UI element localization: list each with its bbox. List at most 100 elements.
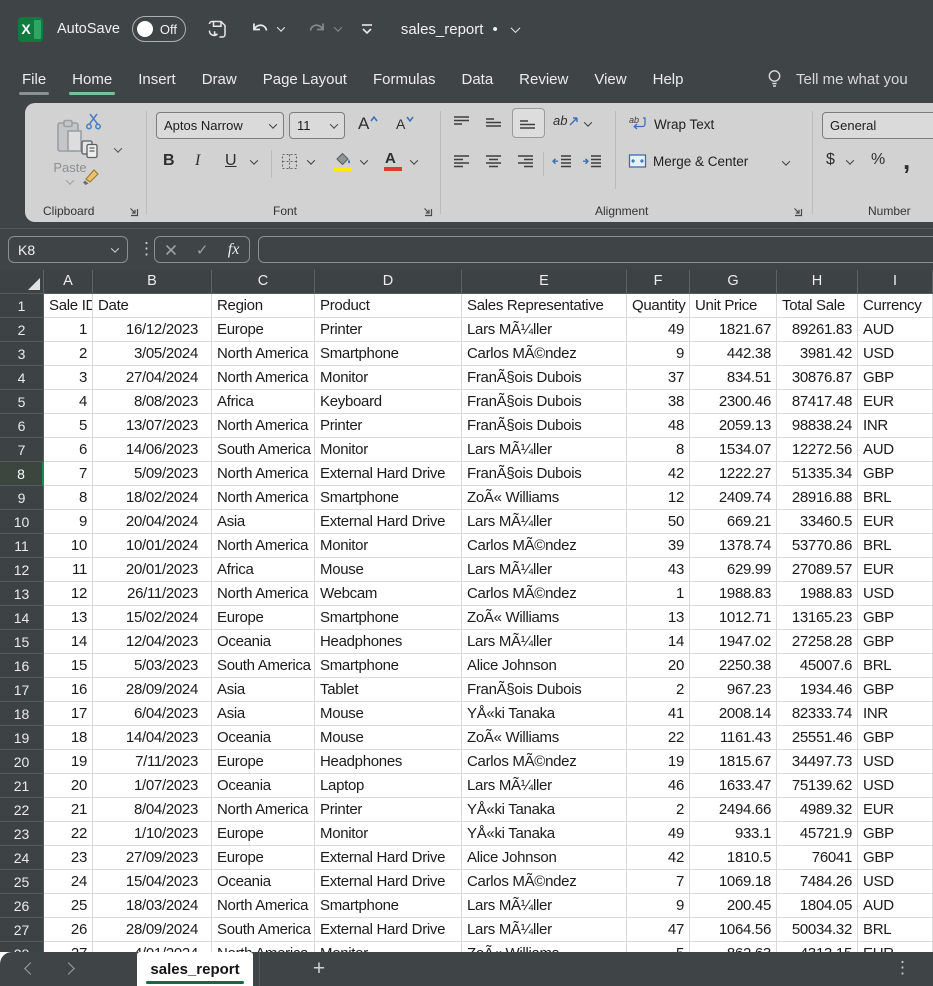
cell-C21[interactable]: Oceania (212, 774, 315, 798)
row-header-28[interactable]: 28 (0, 942, 44, 952)
cell-H27[interactable]: 50034.32 (777, 918, 858, 942)
cell-E2[interactable]: Lars MÃ¼ller (462, 318, 627, 342)
shrink-font-button[interactable]: A (396, 116, 414, 132)
number-format-select[interactable]: General (822, 112, 933, 139)
insert-function-icon[interactable]: fx (228, 241, 240, 259)
cell-H6[interactable]: 98838.24 (777, 414, 858, 438)
cell-B19[interactable]: 14/04/2023 (93, 726, 212, 750)
cell-A21[interactable]: 20 (44, 774, 93, 798)
font-color-button[interactable]: A (385, 150, 396, 167)
row-header-10[interactable]: 10 (0, 510, 44, 534)
cell-I1[interactable]: Currency (858, 294, 933, 318)
accounting-dropdown-chevron[interactable] (846, 156, 854, 164)
cell-C4[interactable]: North America (212, 366, 315, 390)
cell-D18[interactable]: Mouse (315, 702, 462, 726)
tab-formulas[interactable]: Formulas (360, 58, 449, 100)
row-header-7[interactable]: 7 (0, 438, 44, 462)
cell-B3[interactable]: 3/05/2024 (93, 342, 212, 366)
cell-F27[interactable]: 47 (627, 918, 690, 942)
format-painter-button[interactable] (80, 167, 102, 187)
cell-A7[interactable]: 6 (44, 438, 93, 462)
grow-font-button[interactable]: A (358, 114, 378, 134)
cell-E24[interactable]: Alice Johnson (462, 846, 627, 870)
cell-G18[interactable]: 2008.14 (690, 702, 777, 726)
tab-help[interactable]: Help (640, 58, 697, 100)
row-header-22[interactable]: 22 (0, 798, 44, 822)
cell-D16[interactable]: Smartphone (315, 654, 462, 678)
cell-I24[interactable]: GBP (858, 846, 933, 870)
cell-A4[interactable]: 3 (44, 366, 93, 390)
cell-H8[interactable]: 51335.34 (777, 462, 858, 486)
underline-button[interactable]: U (225, 152, 237, 170)
select-all-corner[interactable] (0, 270, 44, 294)
cell-G14[interactable]: 1012.71 (690, 606, 777, 630)
cell-D28[interactable]: Monitor (315, 942, 462, 952)
row-header-12[interactable]: 12 (0, 558, 44, 582)
cell-G26[interactable]: 200.45 (690, 894, 777, 918)
cell-F18[interactable]: 41 (627, 702, 690, 726)
cell-F8[interactable]: 42 (627, 462, 690, 486)
formula-input[interactable] (258, 236, 933, 263)
cell-D25[interactable]: External Hard Drive (315, 870, 462, 894)
cell-E3[interactable]: Carlos MÃ©ndez (462, 342, 627, 366)
row-header-21[interactable]: 21 (0, 774, 44, 798)
cell-E23[interactable]: YÅ«ki Tanaka (462, 822, 627, 846)
cell-C8[interactable]: North America (212, 462, 315, 486)
cell-C17[interactable]: Asia (212, 678, 315, 702)
cell-I4[interactable]: GBP (858, 366, 933, 390)
cell-G19[interactable]: 1161.43 (690, 726, 777, 750)
copy-button[interactable] (80, 139, 100, 159)
row-header-26[interactable]: 26 (0, 894, 44, 918)
document-title[interactable]: sales_report (401, 21, 484, 38)
cell-I22[interactable]: EUR (858, 798, 933, 822)
cell-D23[interactable]: Monitor (315, 822, 462, 846)
cell-B28[interactable]: 4/01/2024 (93, 942, 212, 952)
cell-E12[interactable]: Lars MÃ¼ller (462, 558, 627, 582)
column-header-F[interactable]: F (627, 270, 690, 294)
cell-H18[interactable]: 82333.74 (777, 702, 858, 726)
cell-H2[interactable]: 89261.83 (777, 318, 858, 342)
cell-B7[interactable]: 14/06/2023 (93, 438, 212, 462)
row-header-18[interactable]: 18 (0, 702, 44, 726)
cell-H17[interactable]: 1934.46 (777, 678, 858, 702)
borders-dropdown-chevron[interactable] (307, 156, 315, 164)
increase-indent-button[interactable] (582, 154, 602, 169)
cell-D3[interactable]: Smartphone (315, 342, 462, 366)
cell-F1[interactable]: Quantity (627, 294, 690, 318)
autosave-toggle[interactable]: Off (132, 16, 186, 42)
cell-B4[interactable]: 27/04/2024 (93, 366, 212, 390)
add-sheet-button[interactable]: + (305, 954, 333, 984)
cell-E17[interactable]: FranÃ§ois Dubois (462, 678, 627, 702)
column-header-A[interactable]: A (44, 270, 93, 294)
font-size-select[interactable]: 11 (289, 112, 345, 139)
cell-E19[interactable]: ZoÃ« Williams (462, 726, 627, 750)
cell-E15[interactable]: Lars MÃ¼ller (462, 630, 627, 654)
cell-D8[interactable]: External Hard Drive (315, 462, 462, 486)
cell-F20[interactable]: 19 (627, 750, 690, 774)
row-header-3[interactable]: 3 (0, 342, 44, 366)
cell-G27[interactable]: 1064.56 (690, 918, 777, 942)
bold-button[interactable]: B (163, 152, 175, 170)
cell-G17[interactable]: 967.23 (690, 678, 777, 702)
align-top-button[interactable] (453, 114, 470, 131)
cell-C23[interactable]: Europe (212, 822, 315, 846)
next-sheet-button[interactable] (62, 962, 75, 975)
cell-A15[interactable]: 14 (44, 630, 93, 654)
cell-B20[interactable]: 7/11/2023 (93, 750, 212, 774)
cell-C20[interactable]: Europe (212, 750, 315, 774)
cell-C6[interactable]: North America (212, 414, 315, 438)
cell-D19[interactable]: Mouse (315, 726, 462, 750)
cell-C19[interactable]: Oceania (212, 726, 315, 750)
cell-E10[interactable]: Lars MÃ¼ller (462, 510, 627, 534)
cell-A1[interactable]: Sale ID (44, 294, 93, 318)
tell-me-search[interactable]: Tell me what you (765, 58, 933, 100)
column-header-C[interactable]: C (212, 270, 315, 294)
undo-button[interactable] (249, 18, 284, 40)
cell-G28[interactable]: 862.63 (690, 942, 777, 952)
cell-F28[interactable]: 5 (627, 942, 690, 952)
cell-G21[interactable]: 1633.47 (690, 774, 777, 798)
underline-dropdown-chevron[interactable] (250, 156, 258, 164)
cell-C22[interactable]: North America (212, 798, 315, 822)
row-header-24[interactable]: 24 (0, 846, 44, 870)
cell-A12[interactable]: 11 (44, 558, 93, 582)
